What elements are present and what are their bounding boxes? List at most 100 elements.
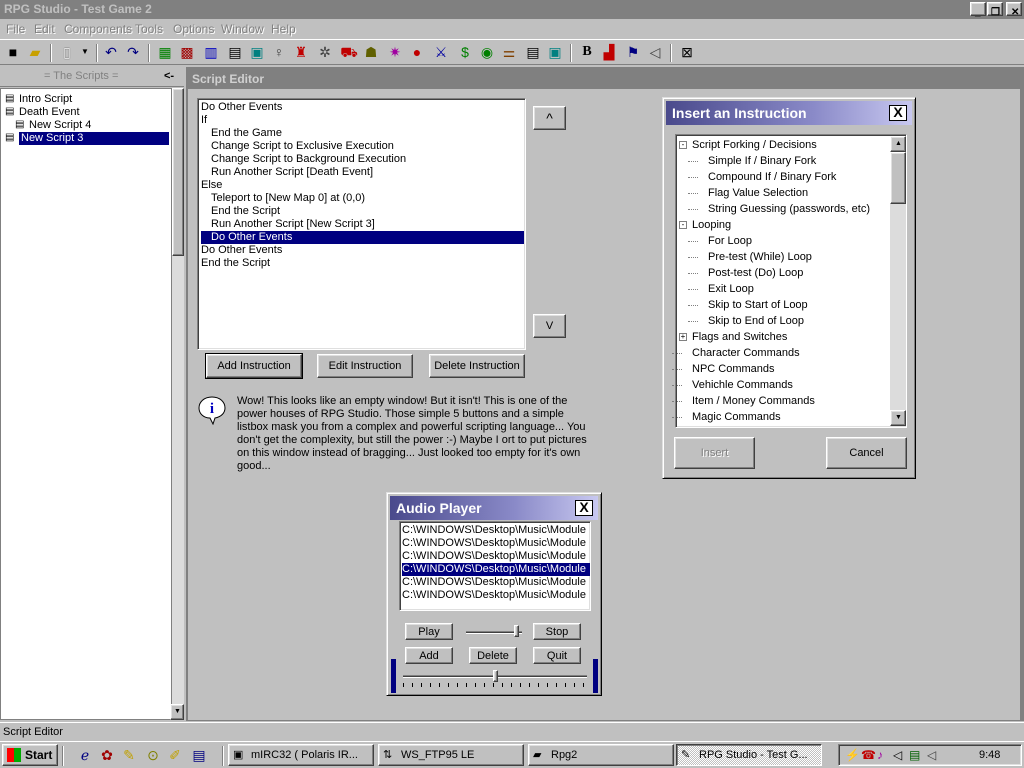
palette-icon[interactable]: ▥ bbox=[202, 43, 220, 61]
scrollbar-thumb[interactable] bbox=[172, 88, 184, 256]
tree-node[interactable]: Post-test (Do) Loop bbox=[688, 266, 803, 280]
quit-button[interactable]: Quit bbox=[533, 647, 581, 664]
menu-edit[interactable]: Edit bbox=[34, 22, 55, 36]
tree-node[interactable]: Flag Value Selection bbox=[688, 186, 808, 200]
audio-file-item[interactable]: C:\WINDOWS\Desktop\Music\Module bbox=[402, 550, 590, 563]
instruction-item-selected[interactable]: Do Other Events bbox=[201, 231, 524, 244]
character-icon[interactable]: ♀ bbox=[270, 43, 288, 61]
script-item-new-script-4[interactable]: ▤ New Script 4 bbox=[13, 119, 91, 132]
instruction-item[interactable]: Change Script to Exclusive Execution bbox=[201, 140, 524, 153]
taskbar-task-button[interactable]: ✎ RPG Studio - Test G... bbox=[676, 744, 822, 766]
menu-tools[interactable]: Tools bbox=[135, 22, 163, 36]
audio-file-item[interactable]: C:\WINDOWS\Desktop\Music\Module bbox=[402, 589, 590, 602]
instruction-item[interactable]: Do Other Events bbox=[201, 244, 524, 257]
menu-components[interactable]: Components bbox=[64, 22, 132, 36]
tree-node[interactable]: Vehichle Commands bbox=[672, 378, 793, 392]
close-icon[interactable]: X bbox=[889, 105, 907, 121]
script-icon[interactable]: ▤ bbox=[226, 43, 244, 61]
tree-node[interactable]: String Guessing (passwords, etc) bbox=[688, 202, 870, 216]
instruction-item[interactable]: Run Another Script [New Script 3] bbox=[201, 218, 524, 231]
save-icon[interactable]: ■ bbox=[4, 43, 22, 61]
audio-file-item[interactable]: C:\WINDOWS\Desktop\Music\Module bbox=[402, 524, 590, 537]
compile-icon[interactable]: ⊠ bbox=[678, 43, 696, 61]
picture-icon[interactable]: ▣ bbox=[248, 43, 266, 61]
instruction-list[interactable]: Do Other Events If End the Game Change S… bbox=[197, 98, 526, 350]
speaker-icon[interactable]: ◁ bbox=[646, 43, 664, 61]
world-icon[interactable]: ◉ bbox=[478, 43, 496, 61]
outlook-icon[interactable]: ✿ bbox=[98, 746, 116, 764]
tray-network-icon[interactable]: ☎ bbox=[861, 748, 876, 762]
notepad-icon[interactable]: ✐ bbox=[166, 746, 184, 764]
undo-icon[interactable]: ↶ bbox=[102, 43, 120, 61]
taskbar-task-button[interactable]: ⇅ WS_FTP95 LE bbox=[378, 744, 524, 766]
party-icon[interactable]: ✲ bbox=[316, 43, 334, 61]
tree-node[interactable]: + Flags and Switches bbox=[679, 330, 787, 344]
tray-display-icon[interactable]: ♪ bbox=[877, 748, 883, 762]
insert-button[interactable]: Insert bbox=[674, 437, 755, 469]
scrollbar-thumb[interactable] bbox=[890, 152, 906, 204]
music-icon[interactable]: ▟ bbox=[600, 43, 618, 61]
move-down-button[interactable]: V bbox=[533, 314, 566, 338]
start-button[interactable]: Start bbox=[2, 744, 58, 766]
instruction-item[interactable]: Teleport to [New Map 0] at (0,0) bbox=[201, 192, 524, 205]
instruction-item[interactable]: End the Script bbox=[201, 205, 524, 218]
add-button[interactable]: Add bbox=[405, 647, 453, 664]
tree-node[interactable]: Compound If / Binary Fork bbox=[688, 170, 836, 184]
close-icon[interactable]: X bbox=[575, 500, 593, 516]
script-item-death-event[interactable]: ▤ Death Event bbox=[3, 106, 80, 119]
map-editor-icon[interactable]: ▦ bbox=[156, 43, 174, 61]
audio-file-list[interactable]: C:\WINDOWS\Desktop\Music\Module C:\WINDOW… bbox=[399, 521, 591, 611]
tray-volume-icon[interactable]: ◁ bbox=[893, 748, 902, 762]
winamp-icon[interactable]: ⊙ bbox=[144, 746, 162, 764]
delete-instruction-button[interactable]: Delete Instruction bbox=[429, 354, 525, 378]
tree-node[interactable]: - Script Forking / Decisions bbox=[679, 138, 817, 152]
instruction-tree[interactable]: - Script Forking / Decisions Simple If / B… bbox=[672, 134, 907, 428]
stop-button[interactable]: Stop bbox=[533, 623, 581, 640]
position-slider-thumb[interactable] bbox=[492, 670, 498, 682]
tray-speaker-icon[interactable]: ◁ bbox=[927, 748, 936, 762]
flag-icon[interactable]: ⚑ bbox=[624, 43, 642, 61]
armor-icon[interactable]: ♜ bbox=[292, 43, 310, 61]
redo-icon[interactable]: ↷ bbox=[124, 43, 142, 61]
scroll-down-arrow[interactable]: ▼ bbox=[170, 704, 184, 720]
instruction-item[interactable]: End the Script bbox=[201, 257, 524, 270]
menu-help[interactable]: Help bbox=[271, 22, 296, 36]
tree-node[interactable]: Exit Loop bbox=[688, 282, 754, 296]
scroll-up-arrow[interactable]: ▲ bbox=[890, 136, 906, 152]
volume-slider-thumb[interactable] bbox=[514, 625, 520, 637]
tree-node[interactable]: Item / Money Commands bbox=[672, 394, 815, 408]
tree-node[interactable]: Simple If / Binary Fork bbox=[688, 154, 816, 168]
cancel-button[interactable]: Cancel bbox=[826, 437, 907, 469]
scripts-scrollbar[interactable]: ▼ bbox=[170, 88, 184, 720]
bold-icon[interactable]: B bbox=[578, 43, 596, 61]
new-dropdown-icon[interactable]: ▼ bbox=[76, 43, 94, 61]
script-item-intro[interactable]: ▤ Intro Script bbox=[3, 93, 72, 106]
tree-node[interactable]: - Looping bbox=[679, 218, 731, 232]
add-instruction-button[interactable]: Add Instruction bbox=[205, 353, 303, 379]
desktop-icon[interactable]: ▤ bbox=[190, 746, 208, 764]
delete-button[interactable]: Delete bbox=[469, 647, 517, 664]
audio-file-item[interactable]: C:\WINDOWS\Desktop\Music\Module bbox=[402, 537, 590, 550]
restore-button[interactable]: ❐ bbox=[987, 2, 1003, 18]
tray-app-icon[interactable]: ⚡ bbox=[845, 748, 860, 762]
instruction-item[interactable]: If bbox=[201, 114, 524, 127]
script-item-new-script-3[interactable]: ▤ New Script 3 bbox=[3, 132, 171, 145]
item-icon[interactable]: ● bbox=[408, 43, 426, 61]
collapse-icon[interactable]: - bbox=[679, 221, 687, 229]
tree-node[interactable]: Skip to End of Loop bbox=[688, 314, 804, 328]
scripts-tree[interactable]: ▤ Intro Script ▤ Death Event ▤ New Script 4… bbox=[0, 88, 172, 720]
new-document-icon[interactable]: ▯ bbox=[58, 43, 76, 61]
money-icon[interactable]: $ bbox=[456, 43, 474, 61]
tree-node[interactable]: NPC Commands bbox=[672, 362, 775, 376]
play-button[interactable]: Play bbox=[405, 623, 453, 640]
tree-node[interactable]: Character Commands bbox=[672, 346, 800, 360]
move-up-button[interactable]: ^ bbox=[533, 106, 566, 130]
instruction-item[interactable]: Run Another Script [Death Event] bbox=[201, 166, 524, 179]
settings-icon[interactable]: ⚌ bbox=[500, 43, 518, 61]
vehicle-icon[interactable]: ⛟ bbox=[340, 43, 358, 61]
channels-icon[interactable]: ✎ bbox=[120, 746, 138, 764]
collapse-panel-button[interactable]: <- bbox=[164, 70, 174, 82]
instruction-item[interactable]: End the Game bbox=[201, 127, 524, 140]
tree-node[interactable]: Pre-test (While) Loop bbox=[688, 250, 812, 264]
test-icon[interactable]: ▣ bbox=[546, 43, 564, 61]
